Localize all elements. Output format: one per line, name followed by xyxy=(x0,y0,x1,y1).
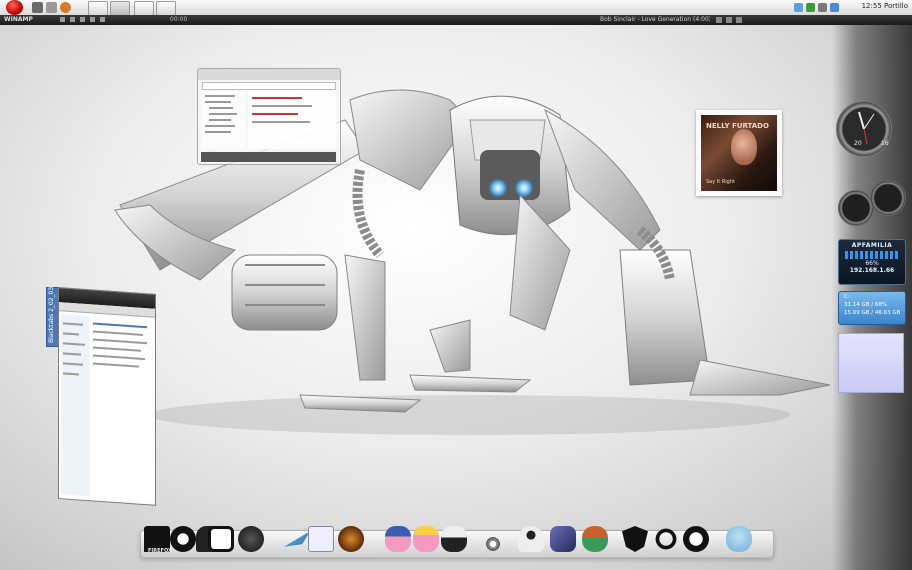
game-badge-icon[interactable] xyxy=(338,526,364,552)
explorer-left-file-list[interactable] xyxy=(91,316,151,501)
memory-meter-gadget[interactable] xyxy=(870,180,906,216)
drive-letter: C: xyxy=(844,294,850,300)
drive-gadget[interactable]: C: 31.14 GB / 68% 15.09 GB / 46.63 GB xyxy=(838,291,906,325)
network-ip: 192.168.1.66 xyxy=(849,267,895,274)
tray-network-icon[interactable] xyxy=(794,3,803,12)
skull-icon[interactable] xyxy=(441,526,467,552)
swirl-icon[interactable] xyxy=(653,526,679,552)
taskbar-button-3[interactable] xyxy=(134,1,154,16)
explorer-window-top[interactable] xyxy=(197,68,341,165)
clock-gadget[interactable]: 20 16 xyxy=(836,101,892,157)
album-cover-photo: NELLY FURTADO Say It Right xyxy=(701,115,777,191)
princess-icon[interactable] xyxy=(413,526,439,552)
start-button[interactable] xyxy=(6,0,23,15)
drive-capacity: 15.09 GB / 46.63 GB xyxy=(844,310,901,316)
explorer-status-bar xyxy=(201,152,336,162)
github-icon[interactable] xyxy=(683,526,709,552)
stacked-window-tab-label: Blacktabs 2_02_03 xyxy=(48,286,55,343)
winamp-shade-button[interactable] xyxy=(726,17,732,23)
app-square-icon[interactable] xyxy=(208,526,234,552)
winamp-stop-button[interactable] xyxy=(90,17,95,22)
winamp-play-button[interactable] xyxy=(70,17,75,22)
winamp-pause-button[interactable] xyxy=(80,17,85,22)
notes-gadget[interactable] xyxy=(838,333,904,393)
clock-hands-icon xyxy=(858,111,875,145)
firefox-label: FIREFOX xyxy=(148,548,172,554)
taskbar-clock[interactable]: 12:55 Portillo xyxy=(862,2,908,10)
cpu-meter-gadget[interactable] xyxy=(838,190,874,226)
quick-launch-app-3[interactable] xyxy=(60,2,71,13)
network-percent: 66% xyxy=(865,260,879,267)
winamp-player: WINAMP 00:00 Bob Sinclair - Love Generat… xyxy=(0,15,912,25)
taskbar-button-1[interactable] xyxy=(88,1,108,16)
girl-icon[interactable] xyxy=(582,526,608,552)
google-earth-icon[interactable] xyxy=(238,526,264,552)
feather-icon[interactable] xyxy=(550,526,576,552)
explorer-nav-pane[interactable] xyxy=(201,91,245,149)
winamp-close-button[interactable] xyxy=(736,17,742,23)
ghost-icon[interactable] xyxy=(170,526,196,552)
album-subtitle: Say It Right xyxy=(706,179,735,185)
winamp-time: 00:00 xyxy=(170,16,188,23)
winamp-next-button[interactable] xyxy=(100,17,105,22)
eye-icon[interactable] xyxy=(485,536,501,552)
network-gadget[interactable]: APFAMILIA 66% 192.168.1.66 xyxy=(838,239,906,285)
winamp-track-title: Bob Sinclair - Love Generation (4:00) xyxy=(600,16,710,23)
explorer-content-pane[interactable] xyxy=(248,91,336,149)
winamp-minimize-button[interactable] xyxy=(716,17,722,23)
album-artist: NELLY FURTADO xyxy=(706,122,769,130)
taskbar: 12:55 Portillo xyxy=(0,0,912,16)
tray-volume-icon[interactable] xyxy=(830,3,839,12)
network-signal-bars xyxy=(845,251,899,259)
explorer-left-tree[interactable] xyxy=(61,314,89,497)
system-tray: 12:55 Portillo xyxy=(794,0,912,15)
album-art-gadget[interactable]: NELLY FURTADO Say It Right xyxy=(696,110,782,196)
winamp-logo: WINAMP xyxy=(4,16,33,23)
explorer-window-left[interactable] xyxy=(58,287,156,506)
quick-launch-app-1[interactable] xyxy=(32,2,43,13)
tray-app-icon[interactable] xyxy=(806,3,815,12)
winamp-prev-button[interactable] xyxy=(60,17,65,22)
dice-icon[interactable] xyxy=(308,526,334,552)
taskbar-button-2[interactable] xyxy=(110,1,130,16)
taskbar-button-4[interactable] xyxy=(156,1,176,16)
elephant-icon[interactable] xyxy=(726,526,752,552)
pink-character-icon[interactable] xyxy=(385,526,411,552)
quick-launch-app-2[interactable] xyxy=(46,2,57,13)
explorer-address-bar[interactable] xyxy=(202,82,336,90)
explorer-window-titlebar[interactable] xyxy=(198,69,340,80)
robot-icon[interactable] xyxy=(518,526,544,552)
network-name: APFAMILIA xyxy=(851,242,893,249)
tray-monitor-icon[interactable] xyxy=(818,3,827,12)
drive-usage: 31.14 GB / 68% xyxy=(844,302,888,308)
